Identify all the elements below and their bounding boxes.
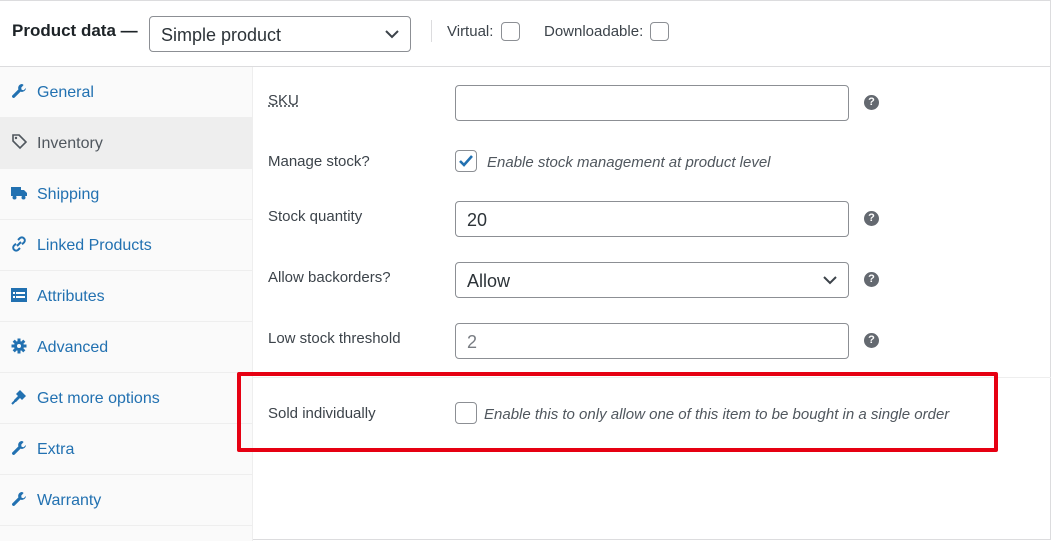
wrench-icon (12, 492, 26, 506)
title-dash: — (120, 21, 138, 40)
plugin-icon (11, 390, 26, 405)
header-divider (431, 20, 432, 42)
low-stock-threshold-label: Low stock threshold (268, 330, 401, 347)
gear-icon (11, 338, 27, 354)
link-icon (12, 236, 26, 252)
tab-label: Advanced (37, 339, 109, 356)
backorders-select[interactable]: Allow (455, 262, 849, 298)
sku-help-icon[interactable]: ? (864, 95, 879, 110)
low-stock-threshold-input[interactable]: 2 (455, 323, 849, 359)
sku-input[interactable] (455, 85, 849, 121)
stock-quantity-input[interactable]: 20 (455, 201, 849, 237)
tab-advanced[interactable]: Advanced (0, 322, 252, 373)
downloadable-label: Downloadable: (544, 23, 644, 40)
product-type-value: Simple product (161, 25, 282, 45)
tab-label: Get more options (37, 390, 160, 407)
sku-label: SKU (268, 92, 299, 109)
inventory-panel: SKU ? Manage stock? Enable stock managem… (253, 67, 1051, 541)
product-data-panel: Product data — Simple product Virtual: D… (0, 0, 1051, 541)
product-data-title: Product data — (12, 21, 138, 41)
low-stock-threshold-help-icon[interactable]: ? (864, 333, 879, 348)
title-text: Product data (12, 21, 116, 40)
list-icon (11, 288, 27, 302)
tab-linked-products[interactable]: Linked Products (0, 220, 252, 271)
manage-stock-label: Manage stock? (268, 153, 370, 170)
chevron-down-icon (823, 276, 837, 285)
chevron-down-icon (385, 30, 399, 39)
tab-get-more-options[interactable]: Get more options (0, 373, 252, 424)
tab-shipping[interactable]: Shipping (0, 169, 252, 220)
tab-attributes[interactable]: Attributes (0, 271, 252, 322)
product-data-tabs: General Inventory Shipping Linked Produc… (0, 67, 253, 541)
tab-warranty[interactable]: Warranty (0, 475, 252, 526)
checkmark-icon (459, 155, 473, 167)
downloadable-checkbox[interactable] (650, 22, 669, 41)
truck-icon (11, 187, 27, 200)
manage-stock-description: Enable stock management at product level (487, 154, 771, 171)
virtual-label: Virtual: (447, 23, 494, 40)
product-data-header: Product data — Simple product Virtual: D… (0, 1, 1051, 67)
tab-label: Warranty (37, 492, 102, 509)
tab-label: Attributes (37, 288, 105, 305)
tab-inventory[interactable]: Inventory (0, 118, 252, 169)
tag-icon (12, 134, 27, 150)
tab-general[interactable]: General (0, 67, 252, 118)
highlight-box (237, 372, 998, 452)
tab-label: Inventory (37, 135, 103, 152)
wrench-icon (12, 441, 26, 455)
backorders-label: Allow backorders? (268, 269, 391, 286)
tab-extra[interactable]: Extra (0, 424, 252, 475)
stock-quantity-label: Stock quantity (268, 208, 363, 225)
product-type-select[interactable]: Simple product (149, 16, 411, 52)
wrench-icon (12, 84, 26, 98)
tab-label: General (37, 84, 94, 101)
backorders-help-icon[interactable]: ? (864, 272, 879, 287)
virtual-checkbox[interactable] (501, 22, 520, 41)
tab-label: Shipping (37, 186, 100, 203)
tab-label: Extra (37, 441, 75, 458)
manage-stock-checkbox[interactable] (455, 150, 477, 172)
backorders-value: Allow (467, 271, 511, 291)
tab-label: Linked Products (37, 237, 152, 254)
stock-quantity-help-icon[interactable]: ? (864, 211, 879, 226)
